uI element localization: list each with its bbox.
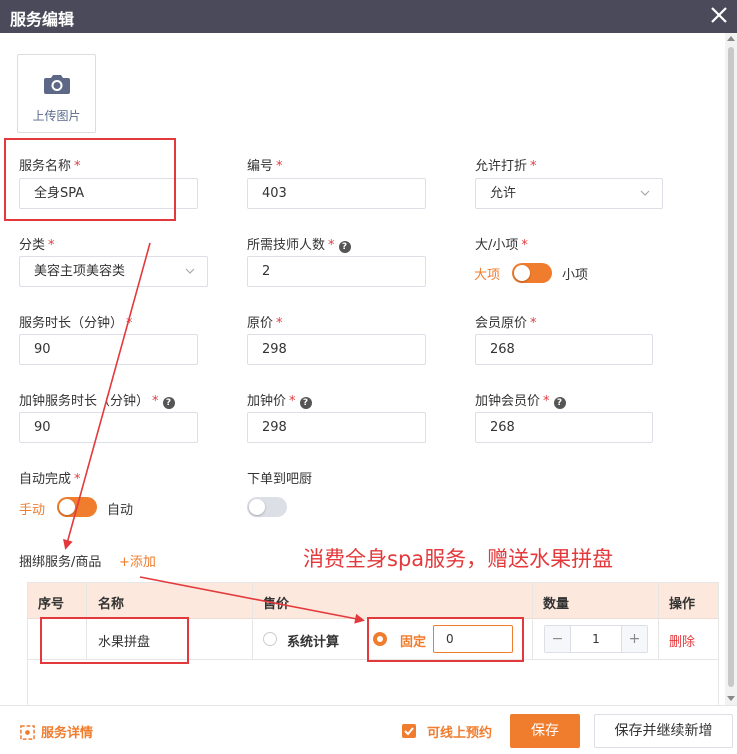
member-price-label: 会员原价 * [475,316,537,331]
check-icon [404,727,414,736]
discount-select[interactable]: 允许 [475,178,663,209]
category-select[interactable]: 美容主项美容类 [19,256,208,287]
bar-kitchen-label: 下单到吧厨 [247,472,313,487]
details-icon [20,725,35,740]
chevron-down-icon [640,190,650,196]
upload-image-label: 上传图片 [32,109,81,123]
bundle-table: 序号 名称 售价 数量 操作 水果拼盘 系统计算 固定 0 − 1 + 删除 [27,582,719,706]
row-name: 水果拼盘 [98,635,151,650]
extra-price-label: 加钟价 *? [247,390,312,409]
bundle-label: 捆绑服务/商品 [19,555,102,570]
camera-icon [44,75,70,94]
help-icon[interactable]: ? [162,397,175,409]
upload-image-button[interactable]: 上传图片 [17,54,96,133]
price-system-label: 系统计算 [287,635,340,650]
column-header-name: 名称 [98,597,125,612]
table-row: 水果拼盘 系统计算 固定 0 − 1 + 删除 [28,619,718,660]
category-value: 美容主项美容类 [34,264,126,279]
price-label: 原价 * [247,316,283,331]
auto-complete-toggle-knob [59,499,75,515]
scrollbar-thumb[interactable] [728,47,734,687]
add-bundle-button[interactable]: +添加 [119,551,156,570]
extra-duration-label: 加钟服务时长（分钟） *? [19,390,175,409]
scroll-down-icon[interactable] [727,696,735,701]
help-icon[interactable]: ? [553,397,566,409]
column-header-action: 操作 [669,597,696,612]
dialog-title: 服务编辑 [10,10,75,29]
plus-icon[interactable]: + [621,626,647,652]
price-fixed-label: 固定 [400,635,427,650]
service-name-label: 服务名称 * [19,159,81,174]
quantity-value[interactable]: 1 [571,626,621,652]
column-header-quantity: 数量 [543,597,570,612]
online-booking-label: 可线上预约 [427,726,493,741]
scroll-up-icon[interactable] [727,36,735,41]
category-label: 分类 * [19,238,55,253]
help-icon[interactable]: ? [338,241,351,253]
close-icon[interactable] [707,3,731,27]
technicians-label: 所需技师人数 *? [247,234,351,253]
service-details-button[interactable]: 服务详情 [20,722,93,741]
price-system-radio[interactable] [263,632,277,646]
dialog-footer: 服务详情 可线上预约 保存 保存并继续新增 [0,705,737,754]
duration-input[interactable]: 90 [19,334,198,365]
help-icon[interactable]: ? [299,397,312,409]
auto-complete-off-label: 自动 [107,503,134,518]
fixed-price-input[interactable]: 0 [433,625,513,653]
service-name-input[interactable]: 全身SPA [19,178,198,209]
column-header-price: 售价 [263,597,290,612]
auto-complete-label: 自动完成 * [19,472,81,487]
size-toggle[interactable] [512,263,552,283]
member-price-input[interactable]: 268 [475,334,653,365]
auto-complete-toggle[interactable] [57,497,97,517]
duration-label: 服务时长（分钟） * [19,316,133,331]
dialog-titlebar: 服务编辑 [0,0,737,33]
column-header-index: 序号 [38,597,65,612]
code-label: 编号 * [247,159,283,174]
extra-member-price-label: 加钟会员价 *? [475,390,566,409]
save-button[interactable]: 保存 [510,714,580,748]
discount-label: 允许打折 * [475,159,537,174]
annotation-text: 消费全身spa服务，赠送水果拼盘 [303,547,614,571]
size-label: 大/小项 * [475,238,528,253]
extra-duration-input[interactable]: 90 [19,412,198,443]
save-and-continue-button[interactable]: 保存并继续新增 [594,714,733,748]
online-booking-checkbox[interactable] [402,724,416,738]
technicians-input[interactable]: 2 [247,256,426,287]
auto-complete-on-label: 手动 [19,503,46,518]
quantity-stepper[interactable]: − 1 + [544,625,648,653]
bar-kitchen-toggle-knob [249,499,265,515]
size-on-label: 大项 [474,268,501,283]
size-toggle-knob [514,265,530,281]
delete-row-button[interactable]: 删除 [669,631,695,650]
table-header: 序号 名称 售价 数量 操作 [28,583,718,619]
code-input[interactable]: 403 [247,178,426,209]
service-details-label: 服务详情 [41,726,94,741]
price-fixed-radio[interactable] [373,632,387,646]
minus-icon[interactable]: − [545,626,571,652]
scrollbar[interactable] [725,33,737,705]
extra-member-price-input[interactable]: 268 [475,412,653,443]
price-input[interactable]: 298 [247,334,426,365]
chevron-down-icon [185,268,195,274]
bar-kitchen-toggle[interactable] [247,497,287,517]
discount-value: 允许 [490,186,517,201]
extra-price-input[interactable]: 298 [247,412,426,443]
size-off-label: 小项 [562,268,589,283]
